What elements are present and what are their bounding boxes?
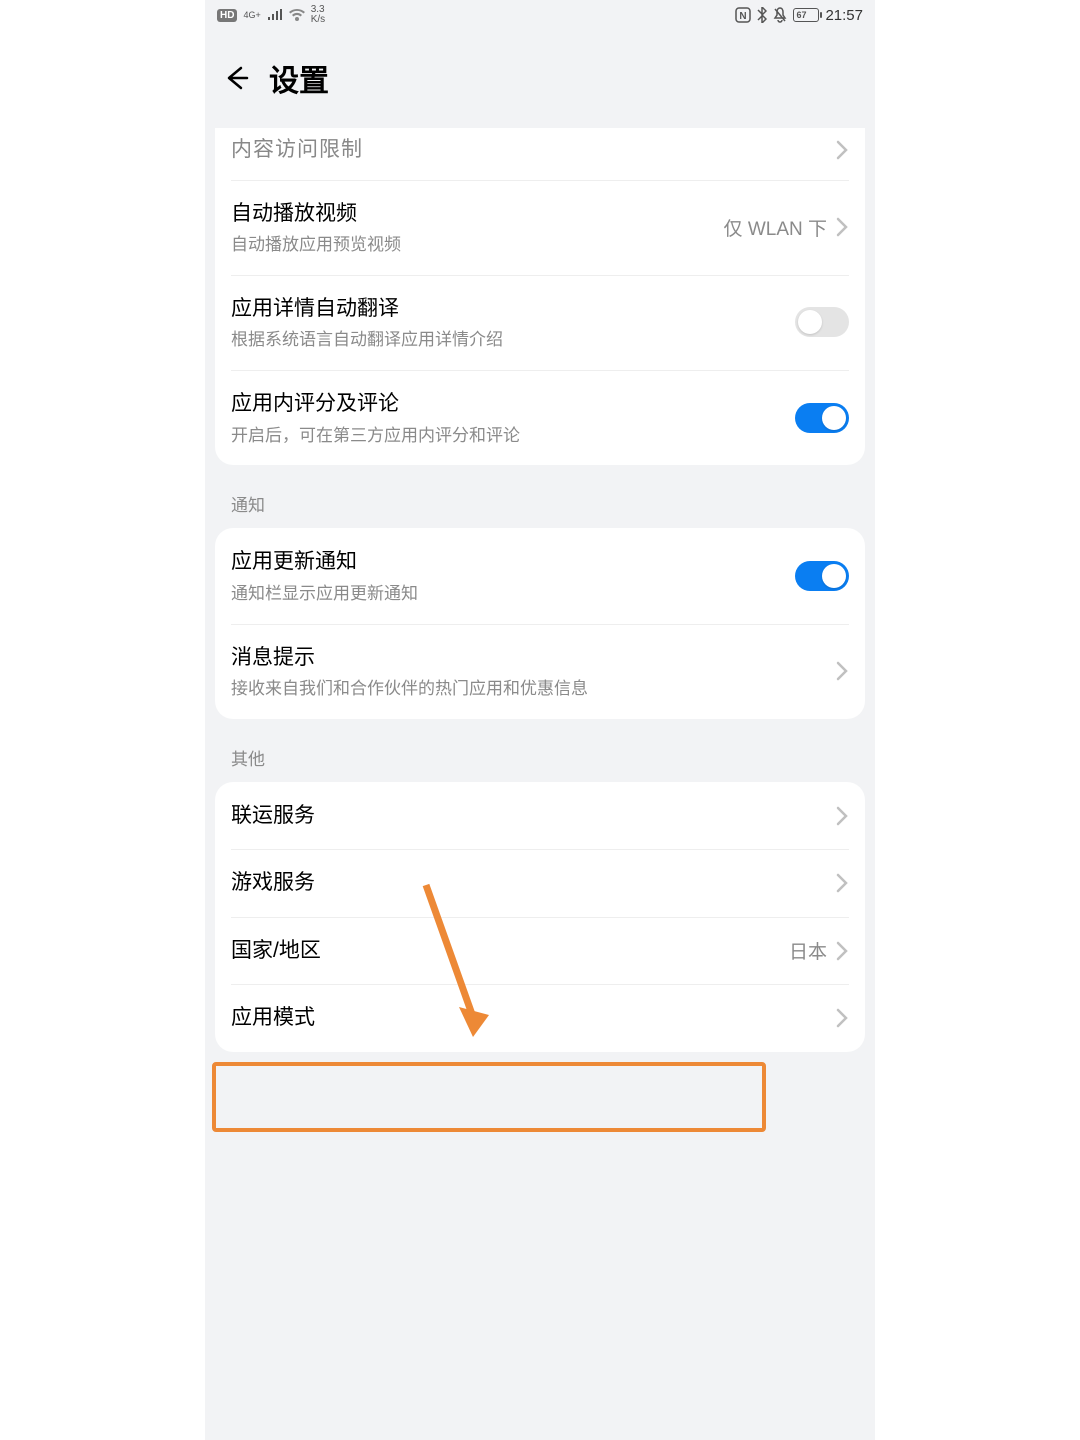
back-button[interactable]: [221, 64, 249, 92]
joint-service-label: 联运服务: [231, 800, 835, 832]
update-notify-subtitle: 通知栏显示应用更新通知: [231, 582, 795, 606]
chevron-right-icon: [835, 1007, 849, 1029]
section-header-notify: 通知: [205, 465, 875, 528]
row-message-prompt[interactable]: 消息提示 接收来自我们和合作伙伴的热门应用和优惠信息: [215, 624, 865, 719]
content-restriction-label: 内容访问限制: [231, 134, 835, 166]
row-content-restriction[interactable]: 内容访问限制: [215, 128, 865, 180]
status-bar: HD 4G+ 3.3 K/s N 67 21:57: [205, 0, 875, 30]
region-label: 国家/地区: [231, 935, 789, 967]
inapp-rating-toggle[interactable]: [795, 403, 849, 433]
inapp-rating-title: 应用内评分及评论: [231, 388, 795, 420]
row-update-notify[interactable]: 应用更新通知 通知栏显示应用更新通知: [215, 528, 865, 623]
chevron-right-icon: [835, 805, 849, 827]
battery-icon: 67: [793, 8, 819, 22]
chevron-right-icon: [835, 216, 849, 238]
wifi-icon: [289, 9, 305, 21]
bluetooth-icon: [757, 7, 767, 23]
row-autoplay-video[interactable]: 自动播放视频 自动播放应用预览视频 仅 WLAN 下: [215, 180, 865, 275]
autoplay-value: 仅 WLAN 下: [724, 214, 827, 241]
app-mode-label: 应用模式: [231, 1002, 835, 1034]
network-gen-label: 4G+: [243, 10, 260, 20]
settings-group-general: 内容访问限制 自动播放视频 自动播放应用预览视频 仅 WLAN 下 应用详情自动…: [215, 128, 865, 465]
chevron-right-icon: [835, 660, 849, 682]
chevron-right-icon: [835, 940, 849, 962]
autotranslate-title: 应用详情自动翻译: [231, 293, 795, 325]
autoplay-subtitle: 自动播放应用预览视频: [231, 233, 724, 257]
row-country-region[interactable]: 国家/地区 日本: [215, 917, 865, 985]
update-notify-toggle[interactable]: [795, 561, 849, 591]
row-game-service[interactable]: 游戏服务: [215, 849, 865, 917]
nfc-icon: N: [735, 7, 751, 23]
clock-label: 21:57: [825, 7, 863, 24]
settings-group-notify: 应用更新通知 通知栏显示应用更新通知 消息提示 接收来自我们和合作伙伴的热门应用…: [215, 528, 865, 719]
chevron-right-icon: [835, 139, 849, 161]
autotranslate-toggle[interactable]: [795, 307, 849, 337]
autoplay-title: 自动播放视频: [231, 198, 724, 230]
msg-prompt-title: 消息提示: [231, 642, 835, 674]
mute-icon: [773, 7, 787, 23]
update-notify-title: 应用更新通知: [231, 546, 795, 578]
hd-badge: HD: [217, 9, 237, 22]
row-app-mode[interactable]: 应用模式: [215, 984, 865, 1052]
page-title: 设置: [269, 56, 329, 100]
inapp-rating-subtitle: 开启后，可在第三方应用内评分和评论: [231, 424, 795, 448]
row-inapp-rating[interactable]: 应用内评分及评论 开启后，可在第三方应用内评分和评论: [215, 370, 865, 465]
autotranslate-subtitle: 根据系统语言自动翻译应用详情介绍: [231, 328, 795, 352]
row-auto-translate[interactable]: 应用详情自动翻译 根据系统语言自动翻译应用详情介绍: [215, 275, 865, 370]
network-speed: 3.3 K/s: [311, 5, 325, 25]
msg-prompt-subtitle: 接收来自我们和合作伙伴的热门应用和优惠信息: [231, 677, 835, 701]
signal-icon: [267, 9, 283, 21]
header: 设置: [205, 30, 875, 128]
settings-group-other: 联运服务 游戏服务 国家/地区 日本 应用模式: [215, 782, 865, 1052]
chevron-right-icon: [835, 872, 849, 894]
section-header-other: 其他: [205, 719, 875, 782]
row-joint-service[interactable]: 联运服务: [215, 782, 865, 850]
svg-text:N: N: [740, 11, 747, 22]
annotation-highlight-box: [212, 1062, 766, 1132]
game-service-label: 游戏服务: [231, 867, 835, 899]
region-value: 日本: [789, 937, 827, 964]
